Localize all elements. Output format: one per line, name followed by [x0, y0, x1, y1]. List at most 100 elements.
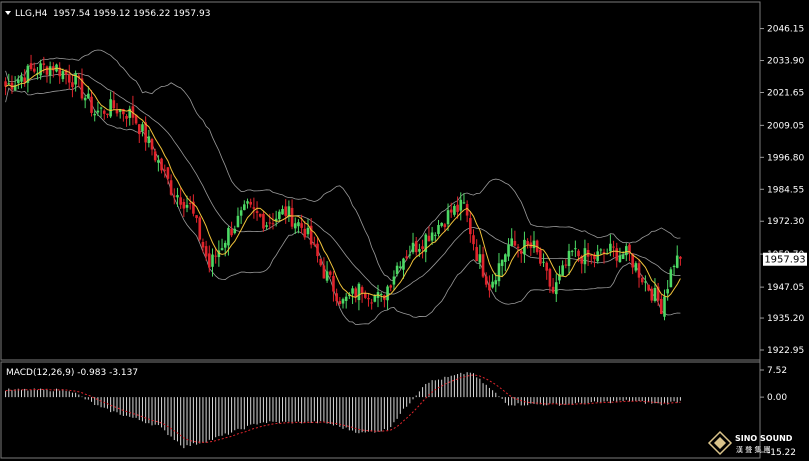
- candle: [341, 297, 345, 309]
- candle: [83, 95, 87, 109]
- candle: [147, 129, 151, 148]
- candle: [574, 240, 577, 258]
- candle: [615, 242, 619, 268]
- triangle-down-icon[interactable]: [5, 11, 11, 15]
- candle: [131, 95, 135, 125]
- candle: [453, 203, 456, 217]
- current-price-marker: 1957.93: [763, 252, 807, 266]
- candle: [449, 202, 453, 218]
- ohlc-values: 1957.54 1959.12 1956.22 1957.93: [53, 9, 210, 19]
- candle: [434, 232, 437, 241]
- candle: [322, 257, 326, 279]
- candle: [421, 239, 424, 259]
- candle: [663, 289, 666, 321]
- macd-tick-label: 7.52: [767, 366, 787, 376]
- candle: [274, 210, 278, 227]
- price-tick-label: 2046.15: [767, 25, 804, 35]
- macd-label: MACD(12,26,9) -0.983 -3.137: [6, 368, 138, 378]
- candle: [284, 199, 288, 224]
- candle: [519, 249, 523, 263]
- price-tick-label: 1947.05: [767, 283, 804, 293]
- candle: [640, 275, 644, 285]
- macd-axis: 7.52 0.00 -15.22: [760, 366, 796, 458]
- candle: [328, 270, 332, 278]
- symbol-label: LLG,H4: [15, 9, 48, 19]
- candle: [281, 205, 284, 215]
- candle: [405, 250, 408, 261]
- candle: [26, 63, 30, 93]
- candle: [332, 271, 335, 302]
- price-tick-label: 1984.55: [767, 185, 804, 195]
- candlestick-series: [4, 54, 682, 321]
- candle: [236, 207, 240, 228]
- candle: [128, 105, 132, 126]
- price-tick-label: 1935.20: [767, 314, 804, 324]
- candle: [647, 284, 650, 292]
- candle: [106, 113, 109, 119]
- candle: [287, 200, 291, 223]
- candle: [462, 193, 466, 204]
- candle: [465, 200, 469, 223]
- candle: [262, 210, 265, 232]
- bollinger-middle: [5, 72, 681, 295]
- candle: [211, 248, 214, 277]
- candle: [192, 194, 195, 217]
- candle: [13, 76, 17, 92]
- candle: [650, 286, 654, 303]
- candle: [510, 228, 514, 247]
- candle: [67, 64, 71, 90]
- current-price-label: 1957.93: [764, 255, 805, 266]
- macd-tick-label: 0.00: [767, 393, 787, 403]
- candle: [246, 198, 249, 209]
- candle: [475, 239, 478, 262]
- candle: [109, 91, 112, 119]
- moving-average-line: [5, 67, 681, 298]
- candle: [80, 68, 84, 101]
- logo-subtext: 漢 聲 集 團: [736, 445, 771, 454]
- candle: [252, 197, 256, 219]
- price-tick-label: 1922.95: [767, 346, 804, 356]
- candle: [102, 109, 106, 120]
- candle: [545, 261, 549, 280]
- candle: [472, 229, 475, 251]
- candle: [644, 275, 647, 292]
- candle: [660, 294, 663, 315]
- candle: [144, 116, 147, 151]
- candle: [278, 209, 281, 223]
- candle: [440, 222, 443, 228]
- candle: [602, 248, 606, 264]
- candle: [243, 200, 246, 211]
- candle: [539, 247, 542, 267]
- candle: [293, 217, 297, 235]
- bollinger-upper: [5, 49, 681, 282]
- candle: [118, 108, 122, 119]
- candle: [172, 188, 176, 205]
- candle: [653, 278, 657, 303]
- candle: [265, 221, 268, 230]
- candle: [169, 174, 173, 196]
- candle: [179, 187, 182, 209]
- candle: [504, 253, 507, 272]
- candle: [351, 285, 354, 305]
- price-tick-label: 1996.80: [767, 153, 804, 163]
- candle: [58, 62, 62, 84]
- candle: [389, 284, 393, 292]
- candle: [99, 106, 103, 118]
- candle: [182, 198, 186, 218]
- candle: [48, 61, 52, 84]
- candle: [367, 293, 370, 307]
- candle: [306, 219, 310, 237]
- candle: [532, 231, 536, 253]
- candle: [526, 238, 529, 249]
- candle: [344, 292, 348, 309]
- candle: [112, 91, 116, 110]
- price-tick-label: 2021.65: [767, 88, 804, 98]
- candle: [125, 114, 128, 127]
- candle: [160, 157, 163, 174]
- candle: [481, 246, 485, 279]
- price-axis: 2046.15 2033.90 2021.65 2009.05 1996.80 1984.…: [760, 25, 804, 356]
- candle: [567, 243, 571, 276]
- candle: [137, 123, 141, 143]
- candle: [309, 218, 313, 249]
- candle: [395, 262, 399, 277]
